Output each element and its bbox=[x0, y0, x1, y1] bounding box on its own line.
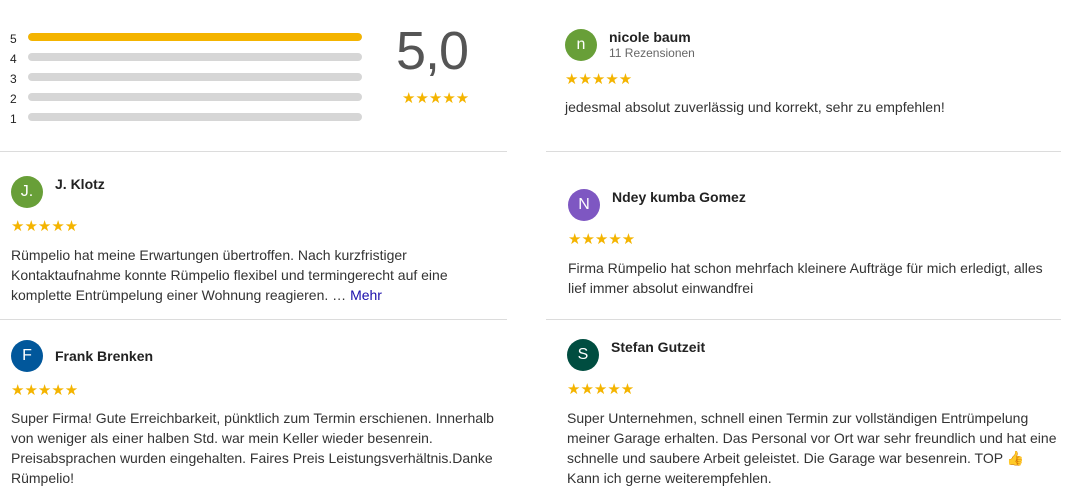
rating-bar-3[interactable] bbox=[28, 73, 362, 81]
rating-bar-5[interactable] bbox=[28, 33, 362, 41]
reviewer-name[interactable]: J. Klotz bbox=[55, 176, 105, 192]
review-text: Firma Rümpelio hat schon mehrfach kleine… bbox=[568, 260, 1043, 296]
divider bbox=[546, 319, 1061, 320]
review-text-body: Rümpelio hat meine Erwartungen übertroff… bbox=[11, 247, 448, 303]
average-stars: ★★★★★ bbox=[402, 90, 470, 107]
review-stars: ★★★★★ bbox=[11, 382, 79, 399]
avatar[interactable]: n bbox=[565, 29, 597, 61]
review-stars: ★★★★★ bbox=[11, 218, 79, 235]
avatar[interactable]: N bbox=[568, 189, 600, 221]
bar-label-5: 5 bbox=[10, 32, 17, 46]
review-stars: ★★★★★ bbox=[565, 71, 633, 88]
more-link[interactable]: Mehr bbox=[350, 287, 382, 303]
review-stars: ★★★★★ bbox=[568, 231, 636, 248]
bar-label-1: 1 bbox=[10, 112, 17, 126]
review-text: Super Firma! Gute Erreichbarkeit, pünktl… bbox=[11, 410, 494, 486]
review-text: Super Unternehmen, schnell einen Termin … bbox=[567, 410, 1057, 486]
bar-label-2: 2 bbox=[10, 92, 17, 106]
avatar[interactable]: S bbox=[567, 339, 599, 371]
average-score: 5,0 bbox=[396, 21, 469, 81]
rating-bar-2[interactable] bbox=[28, 93, 362, 101]
divider bbox=[546, 151, 1061, 152]
rating-bar-1[interactable] bbox=[28, 113, 362, 121]
bar-label-4: 4 bbox=[10, 52, 17, 66]
bar-label-3: 3 bbox=[10, 72, 17, 86]
review-text: jedesmal absolut zuverlässig und korrekt… bbox=[565, 99, 945, 115]
review-text: Rümpelio hat meine Erwartungen übertroff… bbox=[11, 245, 481, 305]
review-count: 11 Rezensionen bbox=[609, 46, 695, 60]
divider bbox=[0, 319, 507, 320]
divider bbox=[0, 151, 507, 152]
reviewer-name[interactable]: Stefan Gutzeit bbox=[611, 339, 705, 355]
reviewer-name[interactable]: Ndey kumba Gomez bbox=[612, 189, 746, 205]
review-stars: ★★★★★ bbox=[567, 381, 635, 398]
avatar[interactable]: J. bbox=[11, 176, 43, 208]
avatar[interactable]: F bbox=[11, 340, 43, 372]
rating-bar-4[interactable] bbox=[28, 53, 362, 61]
reviewer-name[interactable]: Frank Brenken bbox=[55, 348, 153, 364]
rating-bar-5-fill bbox=[28, 33, 362, 41]
reviewer-name[interactable]: nicole baum bbox=[609, 29, 691, 45]
